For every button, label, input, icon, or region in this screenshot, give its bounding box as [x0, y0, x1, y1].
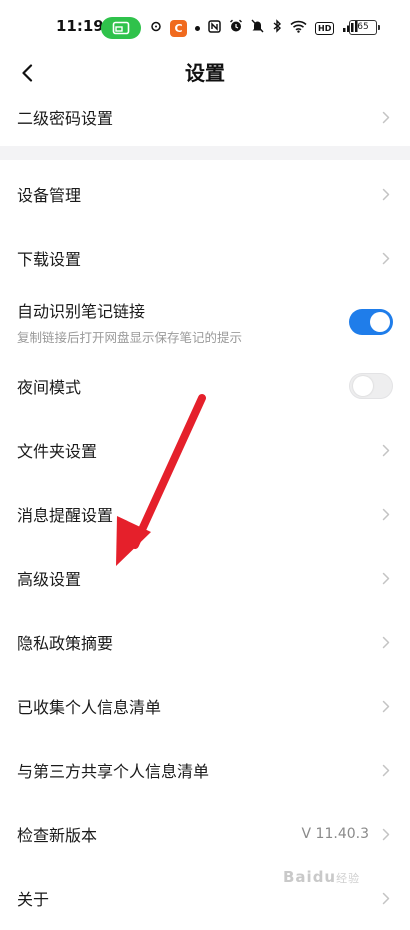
row-right-group: V 11.40.3 — [302, 826, 393, 842]
notification-dot-icon — [195, 25, 200, 31]
row-label: 夜间模式 — [17, 378, 82, 397]
row-subtitle: 复制链接后打开网盘显示保存笔记的提示 — [17, 330, 243, 345]
chevron-right-icon — [379, 699, 393, 713]
settings-row-check-update[interactable]: 检查新版本 V 11.40.3 — [0, 802, 410, 866]
settings-row-privacy-summary[interactable]: 隐私政策摘要 — [0, 610, 410, 674]
watermark-text: Baidu — [283, 868, 337, 886]
row-label: 设备管理 — [17, 186, 82, 205]
mute-bell-icon — [251, 19, 264, 37]
chevron-right-icon — [379, 251, 393, 265]
row-label: 自动识别笔记链接 — [17, 302, 146, 321]
toggle-knob — [370, 312, 390, 332]
row-label: 消息提醒设置 — [17, 506, 114, 525]
row-label: 隐私政策摘要 — [17, 634, 114, 653]
chevron-right-icon — [379, 891, 393, 905]
chevron-right-icon — [379, 110, 393, 124]
row-label: 文件夹设置 — [17, 442, 98, 461]
settings-row-third-party-sharing[interactable]: 与第三方共享个人信息清单 — [0, 738, 410, 802]
page-title: 设置 — [185, 61, 225, 85]
chevron-right-icon — [379, 443, 393, 457]
section-divider — [0, 146, 410, 160]
settings-row-message-reminder[interactable]: 消息提醒设置 — [0, 482, 410, 546]
auto-detect-toggle[interactable] — [349, 309, 393, 335]
version-text: V 11.40.3 — [301, 826, 369, 842]
chevron-right-icon — [379, 827, 393, 841]
row-label: 关于 — [17, 890, 50, 909]
settings-row-secondary-password[interactable]: 二级密码设置 — [0, 85, 410, 149]
row-label: 与第三方共享个人信息清单 — [17, 762, 210, 781]
chevron-right-icon — [379, 763, 393, 777]
row-label: 高级设置 — [17, 570, 82, 589]
settings-row-download[interactable]: 下载设置 — [0, 226, 410, 290]
settings-row-folder[interactable]: 文件夹设置 — [0, 418, 410, 482]
status-time: 11:19 — [56, 17, 104, 35]
watermark-sub: 经验 — [336, 872, 361, 885]
chevron-right-icon — [379, 187, 393, 201]
row-label: 检查新版本 — [17, 826, 98, 845]
row-label: 已收集个人信息清单 — [17, 698, 162, 717]
chevron-right-icon — [379, 635, 393, 649]
app-notification-icon: C — [170, 19, 187, 37]
alarm-small-icon — [150, 20, 162, 36]
settings-row-night-mode: 夜间模式 — [0, 354, 410, 418]
chevron-right-icon — [379, 571, 393, 585]
row-label: 二级密码设置 — [17, 109, 114, 128]
settings-row-device-management[interactable]: 设备管理 — [0, 162, 410, 226]
baidu-watermark: Baidu经验 — [283, 868, 360, 886]
wifi-icon — [290, 20, 307, 37]
settings-row-auto-detect-note-link: 自动识别笔记链接 复制链接后打开网盘显示保存笔记的提示 — [0, 290, 410, 354]
battery-icon: 65 — [349, 20, 380, 35]
row-label: 下载设置 — [17, 250, 82, 269]
chevron-right-icon — [379, 507, 393, 521]
settings-row-advanced[interactable]: 高级设置 — [0, 546, 410, 610]
bluetooth-icon — [272, 19, 282, 37]
nfc-icon — [208, 19, 221, 37]
toggle-knob — [353, 376, 373, 396]
alarm-clock-icon — [229, 19, 243, 37]
row-text-group: 自动识别笔记链接 复制链接后打开网盘显示保存笔记的提示 — [17, 298, 242, 346]
hd-voice-icon: HD — [315, 21, 335, 35]
settings-row-collected-info[interactable]: 已收集个人信息清单 — [0, 674, 410, 738]
night-mode-toggle[interactable] — [349, 373, 393, 399]
screen-cast-icon[interactable] — [101, 17, 141, 39]
status-icons: C HD — [150, 17, 358, 39]
status-bar: 11:19 C HD 65 — [0, 0, 410, 56]
